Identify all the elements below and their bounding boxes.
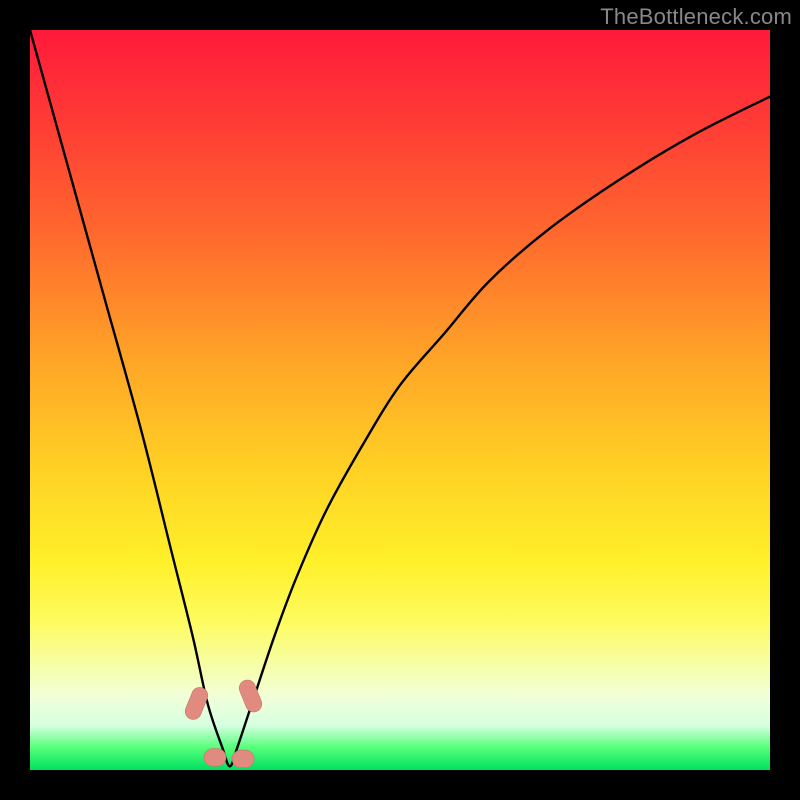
bottleneck-curve [30,30,770,766]
curve-marker [183,685,211,722]
curve-svg [30,30,770,770]
markers-group [183,678,265,768]
curve-marker [232,750,254,768]
watermark-text: TheBottleneck.com [600,4,792,30]
curve-marker [237,678,265,715]
outer-frame: TheBottleneck.com [0,0,800,800]
curve-marker [204,749,226,767]
plot-area [30,30,770,770]
